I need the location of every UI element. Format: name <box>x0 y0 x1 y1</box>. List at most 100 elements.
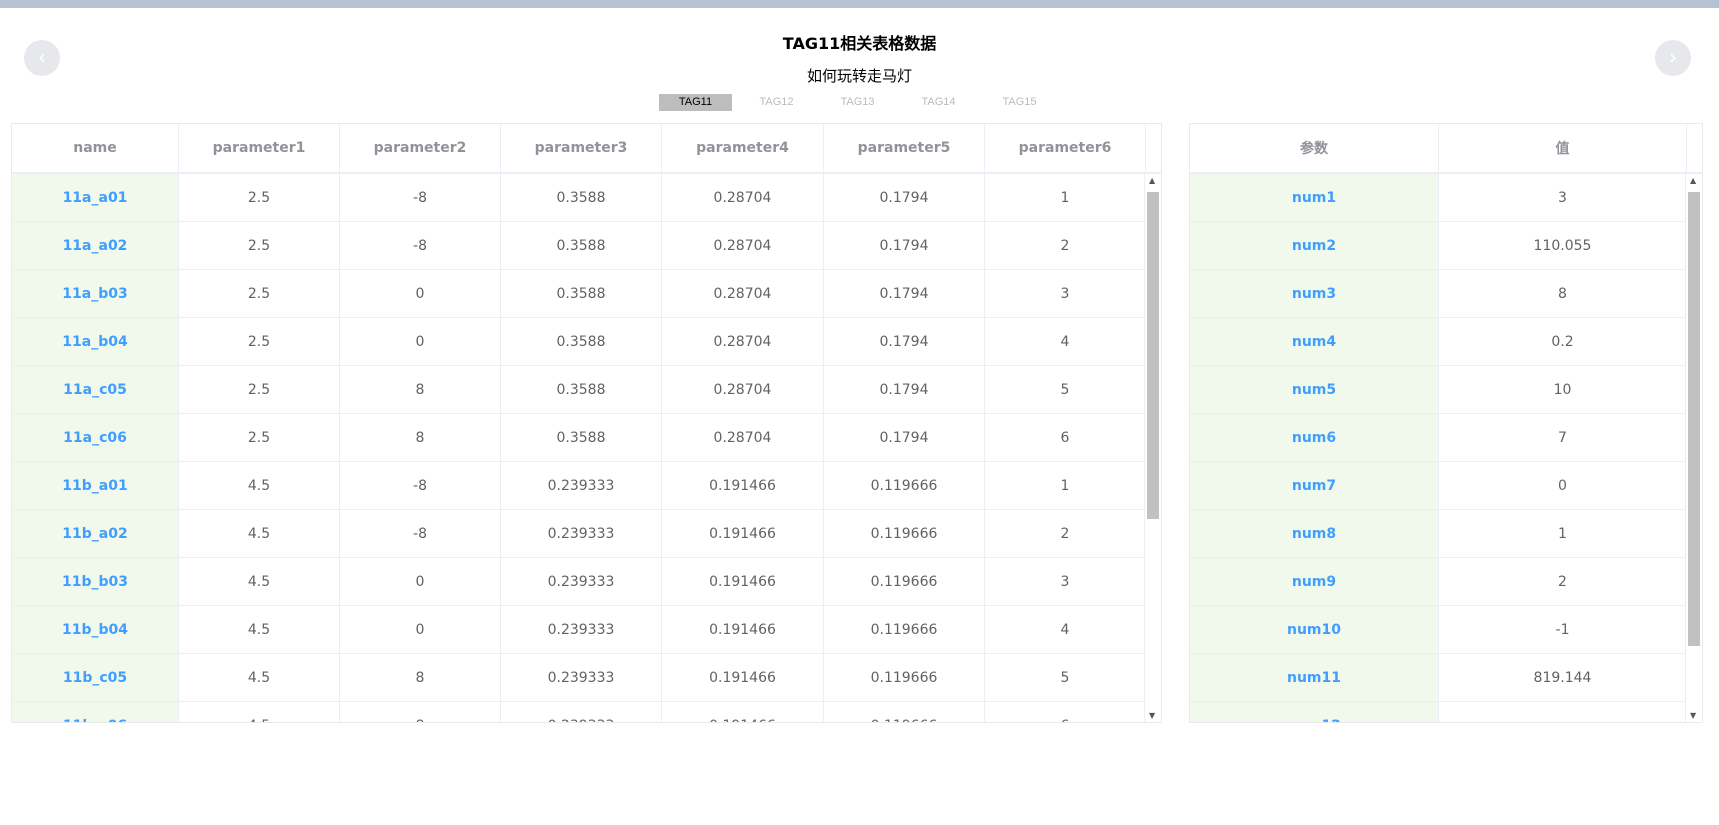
table-cell: 4.5 <box>179 462 340 509</box>
table-cell: 0.3588 <box>501 174 662 221</box>
scroll-up-icon[interactable]: ▲ <box>1149 176 1155 185</box>
column-header[interactable]: parameter5 <box>824 124 985 172</box>
tab-tag13[interactable]: TAG13 <box>821 94 894 111</box>
table-row[interactable]: 11b_c05 4.5 8 0.239333 0.191466 0.119666 5 <box>12 654 1161 702</box>
table-cell: 0.191466 <box>662 702 824 722</box>
table-row[interactable]: 11a_b04 2.5 0 0.3588 0.28704 0.1794 4 <box>12 318 1161 366</box>
cell-value: 8 <box>1558 285 1567 302</box>
table-cell: 0.1794 <box>824 270 985 317</box>
table-row[interactable]: 11b_b04 4.5 0 0.239333 0.191466 0.119666 4 <box>12 606 1161 654</box>
column-header[interactable]: name <box>12 124 179 172</box>
scrollbar[interactable]: ▲ ▼ <box>1144 174 1161 722</box>
tab-tag14[interactable]: TAG14 <box>902 94 975 111</box>
table-cell: -8 <box>340 462 501 509</box>
table-row[interactable]: num2 110.055 <box>1190 222 1702 270</box>
scrollbar-thumb[interactable] <box>1688 192 1700 646</box>
cell-value: 10 <box>1553 381 1572 398</box>
row-name-link[interactable]: 11b_c06 <box>63 718 127 723</box>
cell-value: 0.119666 <box>870 621 938 638</box>
cell-value: 819.144 <box>1533 669 1592 686</box>
cell-value: 8 <box>415 429 425 446</box>
table-row[interactable]: num6 7 <box>1190 414 1702 462</box>
row-name-link[interactable]: 11b_b04 <box>62 622 128 638</box>
column-header[interactable]: 参数 <box>1190 124 1439 172</box>
cell-value: 0.119666 <box>870 477 938 494</box>
scrollbar[interactable]: ▲ ▼ <box>1685 174 1702 722</box>
table-cell: 11b_b03 <box>12 558 179 605</box>
table-cell: 11a_a02 <box>12 222 179 269</box>
table-row[interactable]: num5 10 <box>1190 366 1702 414</box>
table-cell: 4.5 <box>179 702 340 722</box>
table-cell: 0.28704 <box>662 222 824 269</box>
row-name-link[interactable]: 11a_c06 <box>63 430 127 446</box>
table-cell: 0.28704 <box>662 366 824 413</box>
column-header[interactable]: parameter1 <box>179 124 340 172</box>
tab-tag15[interactable]: TAG15 <box>983 94 1056 111</box>
table-row[interactable]: num9 2 <box>1190 558 1702 606</box>
table-row[interactable]: 11a_a01 2.5 -8 0.3588 0.28704 0.1794 1 <box>12 174 1161 222</box>
row-name-link[interactable]: num8 <box>1292 526 1336 542</box>
row-name-link[interactable]: 11b_a02 <box>62 526 127 542</box>
table-row[interactable]: num7 0 <box>1190 462 1702 510</box>
table-row[interactable]: 11b_c06 4.5 8 0.239333 0.191466 0.119666 6 <box>12 702 1161 722</box>
row-name-link[interactable]: num10 <box>1287 622 1341 638</box>
cell-value: 110.055 <box>1533 237 1592 254</box>
row-name-link[interactable]: num6 <box>1292 430 1336 446</box>
row-name-link[interactable]: num7 <box>1292 478 1336 494</box>
scrollbar-thumb[interactable] <box>1147 192 1159 519</box>
table-cell: num10 <box>1190 606 1439 653</box>
scroll-up-icon[interactable]: ▲ <box>1690 176 1696 185</box>
column-header[interactable]: 值 <box>1439 124 1687 172</box>
row-name-link[interactable]: num4 <box>1292 334 1336 350</box>
row-name-link[interactable]: 11a_a01 <box>63 190 128 206</box>
row-name-link[interactable]: num5 <box>1292 382 1336 398</box>
column-header[interactable]: parameter4 <box>662 124 824 172</box>
row-name-link[interactable]: num9 <box>1292 574 1336 590</box>
cell-value: 0.191466 <box>709 573 776 590</box>
row-name-link[interactable]: num11 <box>1287 670 1341 686</box>
row-name-link[interactable]: num2 <box>1292 238 1336 254</box>
table-row[interactable]: 11b_a02 4.5 -8 0.239333 0.191466 0.119666 2 <box>12 510 1161 558</box>
row-name-link[interactable]: 11b_a01 <box>62 478 127 494</box>
tab-tag11[interactable]: TAG11 <box>659 94 732 111</box>
table-row[interactable]: num1 3 <box>1190 174 1702 222</box>
scroll-down-icon[interactable]: ▼ <box>1149 711 1155 720</box>
table-row[interactable]: 11b_b03 4.5 0 0.239333 0.191466 0.119666 3 <box>12 558 1161 606</box>
table-row[interactable]: num8 1 <box>1190 510 1702 558</box>
row-name-link[interactable]: 11a_b03 <box>62 286 127 302</box>
row-name-link[interactable]: num3 <box>1292 286 1336 302</box>
table-row[interactable]: 11a_a02 2.5 -8 0.3588 0.28704 0.1794 2 <box>12 222 1161 270</box>
table-row[interactable]: 11a_b03 2.5 0 0.3588 0.28704 0.1794 3 <box>12 270 1161 318</box>
cell-value: 4.5 <box>247 621 271 638</box>
row-name-link[interactable]: 11a_a02 <box>63 238 128 254</box>
table-row[interactable]: num3 8 <box>1190 270 1702 318</box>
cell-value: 0.28704 <box>713 333 772 350</box>
row-name-link[interactable]: num1 <box>1292 190 1336 206</box>
row-name-link[interactable]: 11a_c05 <box>63 382 127 398</box>
row-name-link[interactable]: 11b_b03 <box>62 574 128 590</box>
table-cell: 8 <box>340 654 501 701</box>
scroll-down-icon[interactable]: ▼ <box>1690 711 1696 720</box>
tab-tag12[interactable]: TAG12 <box>740 94 813 111</box>
column-header[interactable]: parameter6 <box>985 124 1146 172</box>
row-name-link[interactable]: 11b_c05 <box>63 670 127 686</box>
cell-value: 0.3588 <box>556 381 606 398</box>
table-cell: 3 <box>1439 174 1687 221</box>
table-row[interactable]: num11 819.144 <box>1190 654 1702 702</box>
cell-value: 0.239333 <box>547 525 615 542</box>
column-header[interactable]: parameter2 <box>340 124 501 172</box>
table-row[interactable]: num12 <box>1190 702 1702 722</box>
table-cell: 4.5 <box>179 654 340 701</box>
row-name-link[interactable]: num12 <box>1287 718 1341 723</box>
row-name-link[interactable]: 11a_b04 <box>62 334 127 350</box>
cell-value: 0.239333 <box>547 621 615 638</box>
table-row[interactable]: num4 0.2 <box>1190 318 1702 366</box>
table-row[interactable]: 11b_a01 4.5 -8 0.239333 0.191466 0.119666 1 <box>12 462 1161 510</box>
table-cell: 5 <box>985 654 1146 701</box>
column-header[interactable]: parameter3 <box>501 124 662 172</box>
cell-value: 0.3588 <box>556 333 606 350</box>
table-row[interactable]: num10 -1 <box>1190 606 1702 654</box>
table-row[interactable]: 11a_c06 2.5 8 0.3588 0.28704 0.1794 6 <box>12 414 1161 462</box>
table-row[interactable]: 11a_c05 2.5 8 0.3588 0.28704 0.1794 5 <box>12 366 1161 414</box>
cell-value: 5 <box>1060 669 1070 686</box>
